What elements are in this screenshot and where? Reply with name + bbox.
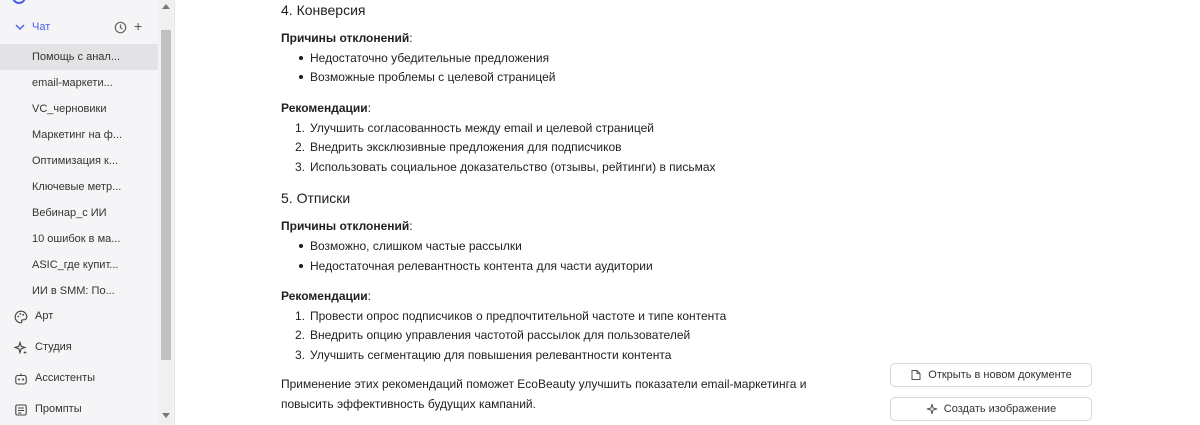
chat-list: Помощь с анал... email-маркети... VC_чер… [0, 44, 158, 304]
button-label: Открыть в новом документе [928, 369, 1072, 381]
chat-item[interactable]: Вебинар_с ИИ [0, 200, 158, 226]
sparkle-icon [926, 403, 937, 415]
list-item: Улучшить сегментацию для повышения релев… [310, 348, 672, 362]
scroll-up-arrow-icon[interactable] [162, 4, 170, 9]
history-icon[interactable] [114, 21, 127, 34]
list-number: 3. [295, 160, 306, 174]
chat-item[interactable]: VC_черновики [0, 96, 158, 122]
chat-section-title: Чат [32, 21, 51, 33]
chat-item[interactable]: 10 ошибок в ма... [0, 226, 158, 252]
list-number: 1. [295, 309, 306, 323]
chat-item[interactable]: ASIC_где купит... [0, 252, 158, 278]
sidebar-item-assistants[interactable]: Ассистенты [0, 366, 158, 392]
sidebar-item-label: Ассистенты [35, 372, 96, 384]
list-number: 2. [295, 140, 306, 154]
list-item: Возможные проблемы с целевой страницей [310, 70, 556, 84]
sidebar-item-prompts[interactable]: Промпты [0, 397, 158, 423]
chat-item[interactable]: Помощь с анал... [0, 44, 158, 70]
sidebar-item-label: Арт [35, 310, 54, 322]
chat-item[interactable]: ИИ в SMM: По... [0, 278, 158, 304]
bullet [299, 56, 303, 60]
recommendations-label: Рекомендации: [281, 101, 371, 115]
scrollbar-thumb[interactable] [161, 30, 171, 360]
sidebar-item-label: Студия [35, 341, 72, 353]
list-item: Внедрить эксклюзивные предложения для по… [310, 140, 622, 154]
section-heading: 5. Отписки [281, 190, 351, 206]
reasons-label: Причины отклонений: [281, 31, 413, 45]
section-heading: 4. Конверсия [281, 2, 366, 18]
sidebar-item-label: Промпты [35, 403, 82, 415]
chat-item[interactable]: Маркетинг на ф... [0, 122, 158, 148]
list-item: Использовать социальное доказательство (… [310, 160, 716, 174]
new-chat-button[interactable]: + [134, 19, 142, 33]
bullet [299, 244, 303, 248]
reasons-label: Причины отклонений: [281, 219, 413, 233]
logo-icon [12, 0, 26, 4]
bullet [299, 75, 303, 79]
sidebar-scrollbar[interactable] [159, 0, 173, 425]
sparkle-icon [14, 341, 27, 355]
recommendations-label: Рекомендации: [281, 289, 371, 303]
list-item: Недостаточно убедительные предложения [310, 51, 550, 65]
create-image-button[interactable]: Создать изображение [890, 397, 1092, 421]
closing-paragraph-line: Применение этих рекомендаций поможет Eco… [281, 377, 807, 391]
chat-section-header[interactable]: Чат + [0, 17, 158, 39]
sidebar-item-studio[interactable]: Студия [0, 335, 158, 361]
sidebar-item-art[interactable]: Арт [0, 304, 158, 330]
chat-item[interactable]: email-маркети... [0, 70, 158, 96]
palette-icon [14, 310, 28, 324]
list-number: 3. [295, 348, 306, 362]
chat-item[interactable]: Ключевые метр... [0, 174, 158, 200]
closing-paragraph-line: повысить эффективность будущих кампаний. [281, 397, 536, 411]
list-item: Недостаточная релевантность контента для… [310, 259, 653, 273]
list-number: 2. [295, 328, 306, 342]
document-icon [911, 370, 921, 380]
list-item: Улучшить согласованность между email и ц… [310, 121, 654, 135]
prompts-icon [15, 404, 27, 416]
bullet [299, 264, 303, 268]
chat-item[interactable]: Оптимизация к... [0, 148, 158, 174]
open-in-new-document-button[interactable]: Открыть в новом документе [890, 363, 1092, 387]
robot-icon [15, 373, 27, 385]
list-number: 1. [295, 121, 306, 135]
button-label: Создать изображение [943, 403, 1057, 415]
list-item: Возможно, слишком частые рассылки [310, 239, 522, 253]
sidebar: Чат + Помощь с анал... email-маркети... … [0, 0, 175, 425]
scroll-down-arrow-icon[interactable] [162, 413, 170, 418]
list-item: Внедрить опцию управления частотой рассы… [310, 328, 691, 342]
chevron-down-icon[interactable] [14, 21, 26, 33]
list-item: Провести опрос подписчиков о предпочтите… [310, 309, 727, 323]
